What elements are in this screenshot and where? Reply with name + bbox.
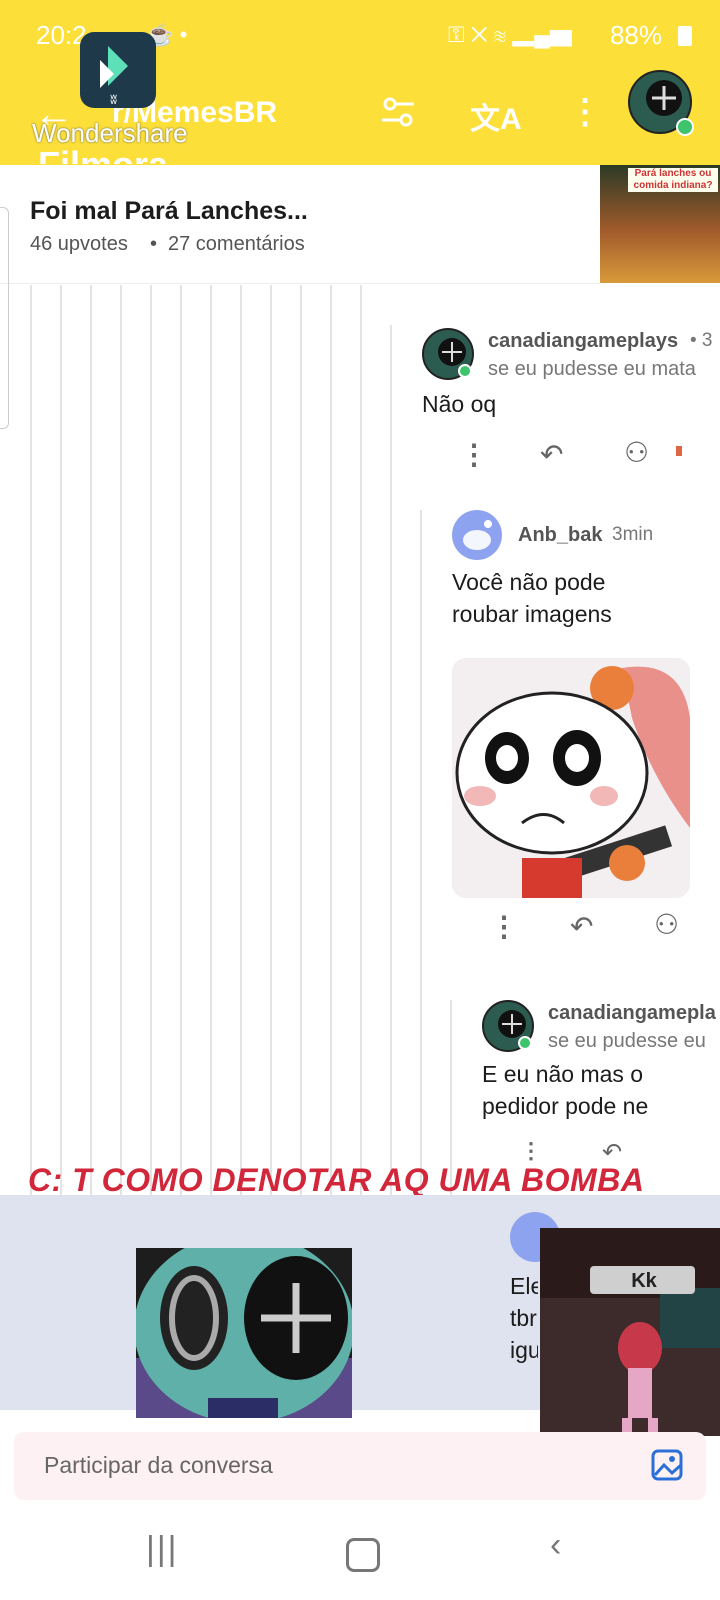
add-image-icon[interactable]	[650, 1448, 684, 1487]
award-icon[interactable]: ⚇	[624, 436, 649, 469]
more-options-icon[interactable]: ⋮	[520, 1138, 542, 1164]
home-icon[interactable]	[346, 1538, 380, 1572]
comment-time: 3min	[612, 524, 654, 545]
back-icon[interactable]: ‹	[550, 1526, 561, 1565]
battery-icon	[678, 26, 692, 46]
status-icons: ⚿ ✕ ≋ ▂▄▆	[448, 22, 572, 47]
comment-username[interactable]: canadiangameplays	[488, 330, 678, 353]
upvote-icon[interactable]	[676, 446, 682, 456]
comment-text: Você não pode roubar imagens	[452, 569, 612, 627]
meta-separator: •	[150, 233, 158, 255]
overlay-game-image	[540, 1228, 720, 1436]
post-comment-count: 27 comentários	[168, 233, 305, 255]
post-title[interactable]: Foi mal Pará Lanches...	[30, 197, 308, 226]
comment-text: Ele tbr igu	[510, 1273, 538, 1363]
more-options-icon[interactable]: ⋮	[460, 438, 488, 471]
more-options-icon[interactable]: ⋮	[490, 910, 518, 943]
reply-icon[interactable]: ↶	[540, 438, 563, 471]
svg-text:ʬ: ʬ	[110, 92, 117, 108]
award-icon[interactable]: ⚇	[654, 908, 679, 941]
drawer-handle[interactable]	[0, 207, 9, 429]
comment-input[interactable]: Participar da conversa	[14, 1432, 706, 1500]
online-status-dot	[518, 1036, 532, 1050]
recent-apps-icon[interactable]: |||	[146, 1530, 179, 1569]
watermark-product: Filmora	[38, 144, 168, 164]
comment-user-flair: se eu pudesse eu mata	[488, 358, 696, 380]
filter-icon[interactable]	[380, 96, 416, 136]
overlay-face-image	[136, 1248, 352, 1418]
more-options-icon[interactable]: ⋮	[568, 92, 602, 132]
comment-username[interactable]: canadiangamepla	[548, 1002, 716, 1025]
battery-level: 88%	[609, 20, 662, 50]
online-status-dot	[676, 118, 694, 136]
reply-icon[interactable]: ↶	[570, 910, 593, 943]
comment-time: • 3	[690, 330, 713, 351]
comment-username[interactable]: Anb_bak	[518, 524, 602, 547]
comment-user-flair: se eu pudesse eu	[548, 1030, 706, 1052]
thumbnail-caption: Pará lanches ou comida indiana?	[628, 168, 718, 192]
filmora-logo-icon: ʬ	[80, 32, 156, 108]
comment-text: E eu não mas o pedidor pode ne	[482, 1061, 649, 1119]
comment-text: Não oq	[422, 391, 497, 417]
post-summary-card[interactable]: Foi mal Pará Lanches... 46 upvotes • 27 …	[0, 165, 600, 429]
translate-icon[interactable]: 文A	[470, 94, 522, 138]
comment-image[interactable]	[452, 658, 690, 898]
game-label: Kk	[631, 1270, 657, 1292]
online-status-dot	[458, 364, 472, 378]
snoo-avatar[interactable]	[452, 510, 502, 560]
comment-input-placeholder: Participar da conversa	[44, 1452, 273, 1478]
post-upvotes: 46 upvotes	[30, 233, 128, 255]
